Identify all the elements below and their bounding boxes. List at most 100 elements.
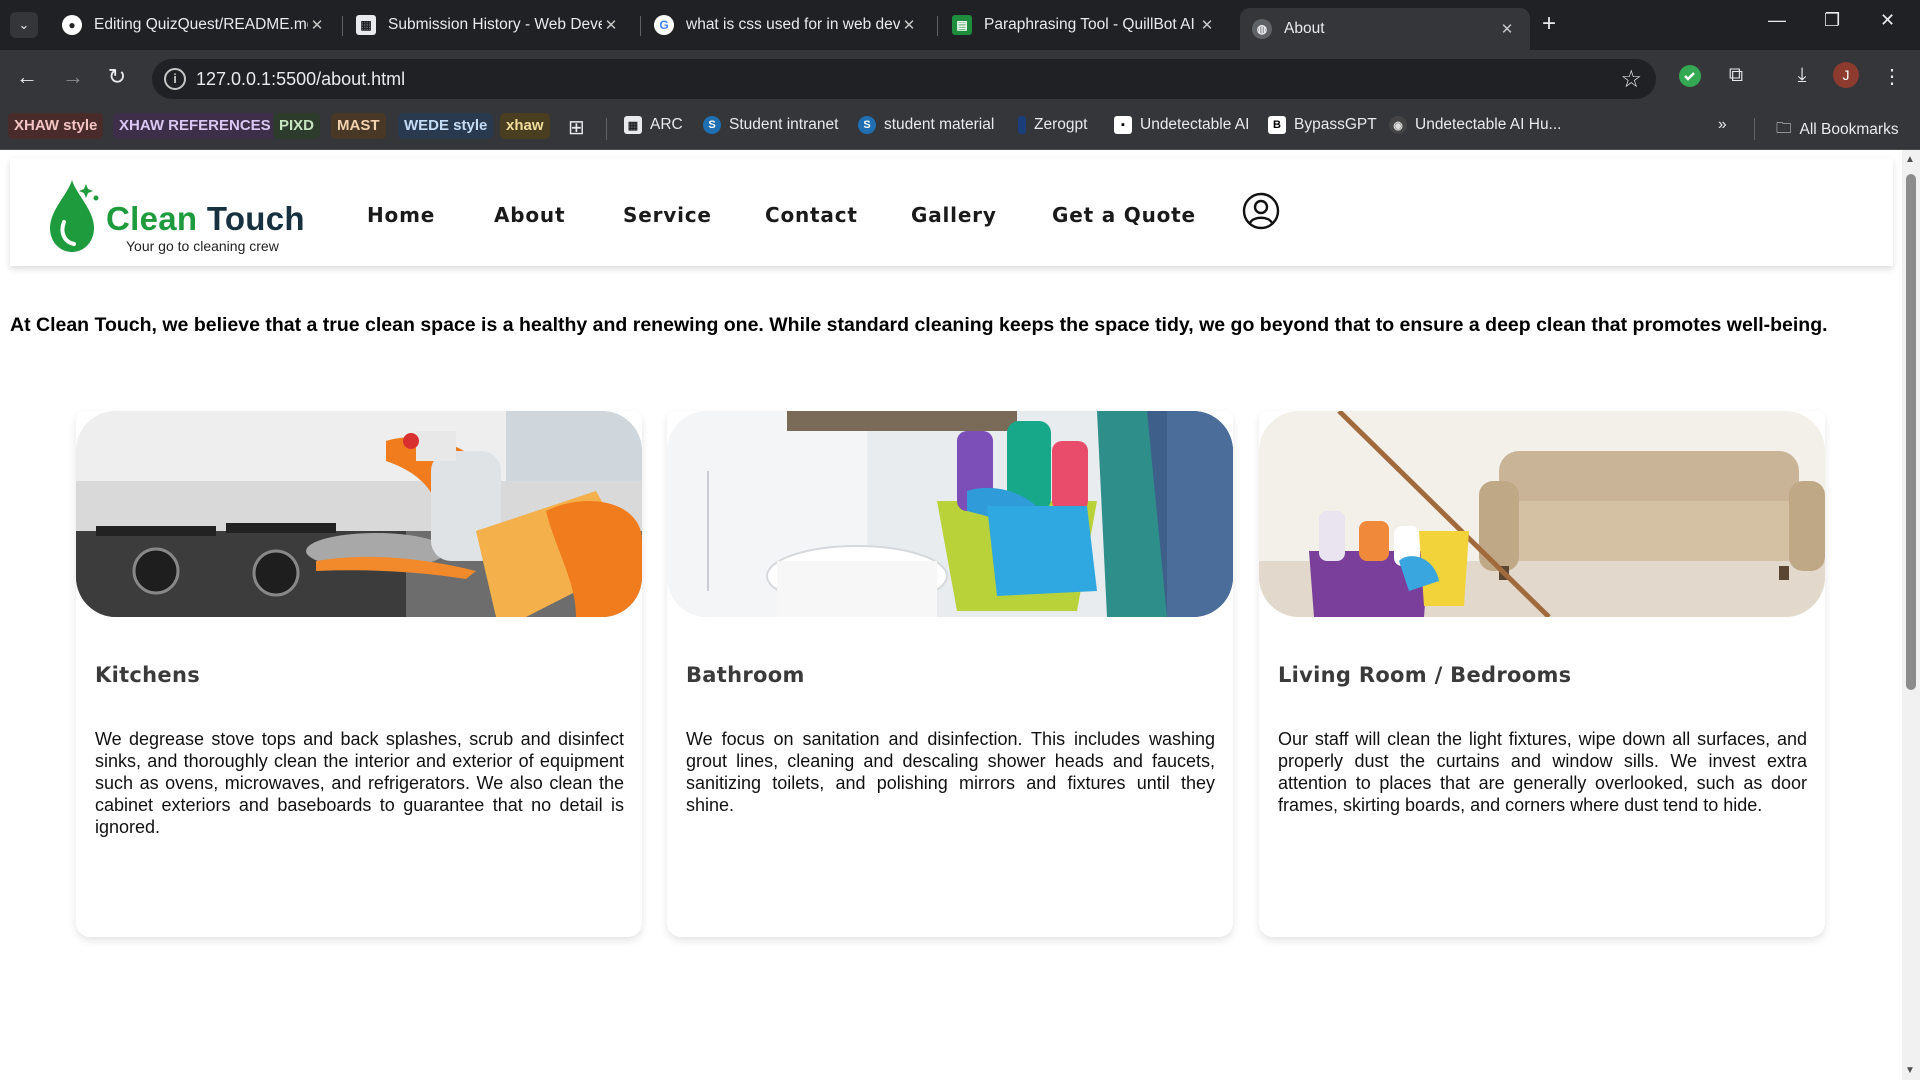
- bookmark-chip-xhaw-references[interactable]: XHAW REFERENCES: [113, 113, 277, 139]
- restore-button[interactable]: ❐: [1824, 10, 1840, 31]
- page-viewport: Clean Touch Your go to cleaning crew Hom…: [0, 150, 1902, 1080]
- avatar-initial: J: [1833, 62, 1859, 88]
- bookmark-label: Student intranet: [729, 116, 839, 133]
- bookmark-star-icon[interactable]: ☆: [1620, 65, 1642, 94]
- tab-search-button[interactable]: ⌄: [10, 12, 38, 38]
- nav-about[interactable]: About: [494, 203, 565, 227]
- site-header: Clean Touch Your go to cleaning crew Hom…: [10, 158, 1893, 266]
- bookmarks-bar: XHAW style XHAW REFERENCES PIXD MAST WED…: [0, 108, 1920, 150]
- close-icon[interactable]: ✕: [308, 16, 326, 34]
- bypassgpt-icon: B: [1268, 116, 1286, 134]
- bookmark-undetectable-ai-humanizer[interactable]: ◉ Undetectable AI Hu...: [1389, 116, 1561, 134]
- bookmark-divider: [1754, 118, 1755, 140]
- tab-title: Paraphrasing Tool - QuillBot AI: [984, 16, 1195, 33]
- service-card-bathroom: Bathroom We focus on sanitation and disi…: [667, 411, 1233, 937]
- water-drop-icon: [50, 180, 99, 252]
- bookmark-student-material[interactable]: S student material: [858, 116, 994, 134]
- page-scrollbar[interactable]: ▲ ▼: [1902, 150, 1920, 1080]
- bookmark-label: student material: [884, 116, 995, 133]
- tab-title: what is css used for in web deve: [686, 16, 900, 33]
- logo-tagline: Your go to cleaning crew: [126, 238, 279, 254]
- bookmark-label: BypassGPT: [1294, 116, 1377, 133]
- bookmark-student-intranet[interactable]: S Student intranet: [703, 116, 838, 134]
- site-info-icon[interactable]: i: [164, 68, 186, 90]
- bookmark-label: ARC: [650, 116, 683, 133]
- url-text[interactable]: 127.0.0.1:5500/about.html: [196, 69, 405, 90]
- card-description: We degrease stove tops and back splashes…: [95, 729, 624, 837]
- tab-submission-history[interactable]: ▦ Submission History - Web Deve ✕: [344, 8, 634, 42]
- tab-divider: [342, 16, 343, 36]
- nav-get-a-quote[interactable]: Get a Quote: [1052, 203, 1196, 227]
- profile-avatar[interactable]: J: [1832, 62, 1860, 88]
- card-title: Kitchens: [95, 663, 201, 687]
- zerogpt-icon: [1018, 116, 1026, 134]
- new-tab-button[interactable]: +: [1542, 12, 1556, 36]
- bookmarks-overflow-icon[interactable]: »: [1718, 116, 1727, 134]
- sheets-icon: ▤: [952, 15, 972, 35]
- bookmark-chip-xhaw-style[interactable]: XHAW style: [8, 113, 104, 139]
- tab-github[interactable]: ● Editing QuizQuest/README.md ✕: [50, 8, 340, 42]
- bookmark-arc[interactable]: ▦ ARC: [624, 116, 683, 134]
- tab-quillbot[interactable]: ▤ Paraphrasing Tool - QuillBot AI ✕: [940, 8, 1230, 42]
- calendar-icon: ▦: [356, 15, 376, 35]
- card-description: We focus on sanitation and disinfection.…: [686, 729, 1215, 815]
- address-bar[interactable]: i 127.0.0.1:5500/about.html ☆: [152, 59, 1656, 99]
- folder-icon: 🗀: [1776, 120, 1792, 137]
- nav-service[interactable]: Service: [623, 203, 712, 227]
- plus-icon: +: [1542, 10, 1557, 37]
- kitchen-cleaning-image: [76, 411, 642, 617]
- bookmark-chip-wede-style[interactable]: WEDE style: [398, 113, 494, 139]
- nav-contact[interactable]: Contact: [765, 203, 858, 227]
- close-icon[interactable]: ✕: [602, 16, 620, 34]
- minimize-button[interactable]: —: [1768, 10, 1786, 31]
- service-card-kitchens: Kitchens We degrease stove tops and back…: [76, 411, 642, 937]
- scrollbar-thumb[interactable]: [1906, 174, 1916, 690]
- nav-home[interactable]: Home: [367, 203, 435, 227]
- extension-shield-icon[interactable]: [1676, 64, 1704, 94]
- bookmark-chip-mast[interactable]: MAST: [331, 113, 386, 139]
- undetectable-ai-icon: ▪: [1114, 116, 1132, 134]
- living-room-cleaning-image: [1259, 411, 1825, 617]
- google-icon: G: [654, 15, 674, 35]
- close-icon[interactable]: ✕: [1498, 20, 1516, 38]
- menu-kebab-icon[interactable]: ⋮: [1878, 64, 1906, 89]
- user-account-icon[interactable]: [1242, 192, 1280, 230]
- sharepoint-icon: S: [703, 116, 721, 134]
- arrow-left-icon: ←: [16, 64, 38, 89]
- bookmark-zerogpt[interactable]: Zerogpt: [1018, 116, 1087, 134]
- browser-toolbar: ← → ↻ i 127.0.0.1:5500/about.html ☆ ⧉ ⤓ …: [0, 50, 1920, 108]
- nav-gallery[interactable]: Gallery: [911, 203, 997, 227]
- bookmark-divider: [606, 118, 607, 140]
- reload-button[interactable]: ↻: [102, 64, 132, 90]
- tab-title: Editing QuizQuest/README.md: [94, 16, 308, 33]
- logo-wordmark: Clean Touch: [106, 200, 305, 238]
- globe-icon: ◍: [1252, 19, 1272, 39]
- bookmark-label: Undetectable AI Hu...: [1415, 116, 1562, 133]
- close-icon[interactable]: ✕: [900, 16, 918, 34]
- apps-grid-icon[interactable]: ⊞: [568, 115, 585, 140]
- card-title: Living Room / Bedrooms: [1278, 663, 1572, 687]
- card-title: Bathroom: [686, 663, 805, 687]
- bookmark-bypassgpt[interactable]: B BypassGPT: [1268, 116, 1377, 134]
- bookmark-chip-pixd[interactable]: PIXD: [273, 113, 321, 139]
- forward-button[interactable]: →: [58, 64, 88, 90]
- service-card-living-room-bedrooms: Living Room / Bedrooms Our staff will cl…: [1259, 411, 1825, 937]
- window-close-button[interactable]: ✕: [1880, 10, 1895, 31]
- logo-word-clean: Clean: [106, 200, 198, 237]
- tab-about[interactable]: ◍ About ✕: [1240, 8, 1530, 50]
- tab-title: About: [1284, 20, 1325, 37]
- intro-paragraph: At Clean Touch, we believe that a true c…: [10, 314, 1828, 336]
- bookmark-label: Zerogpt: [1034, 116, 1088, 133]
- all-bookmarks-label: All Bookmarks: [1799, 120, 1899, 138]
- all-bookmarks-button[interactable]: 🗀 All Bookmarks: [1776, 116, 1899, 143]
- download-icon[interactable]: ⤓: [1788, 64, 1816, 87]
- tab-google-search[interactable]: G what is css used for in web deve ✕: [642, 8, 932, 42]
- site-logo[interactable]: Clean Touch Your go to cleaning crew: [46, 176, 326, 258]
- bookmark-undetectable-ai[interactable]: ▪ Undetectable AI: [1114, 116, 1249, 134]
- back-button[interactable]: ←: [12, 64, 42, 90]
- bookmark-chip-xhaw[interactable]: xhaw: [500, 113, 550, 139]
- scroll-down-arrow-icon[interactable]: ▼: [1905, 1065, 1915, 1076]
- extensions-puzzle-icon[interactable]: ⧉: [1722, 64, 1750, 87]
- close-icon[interactable]: ✕: [1198, 16, 1216, 34]
- scroll-up-arrow-icon[interactable]: ▲: [1905, 154, 1915, 165]
